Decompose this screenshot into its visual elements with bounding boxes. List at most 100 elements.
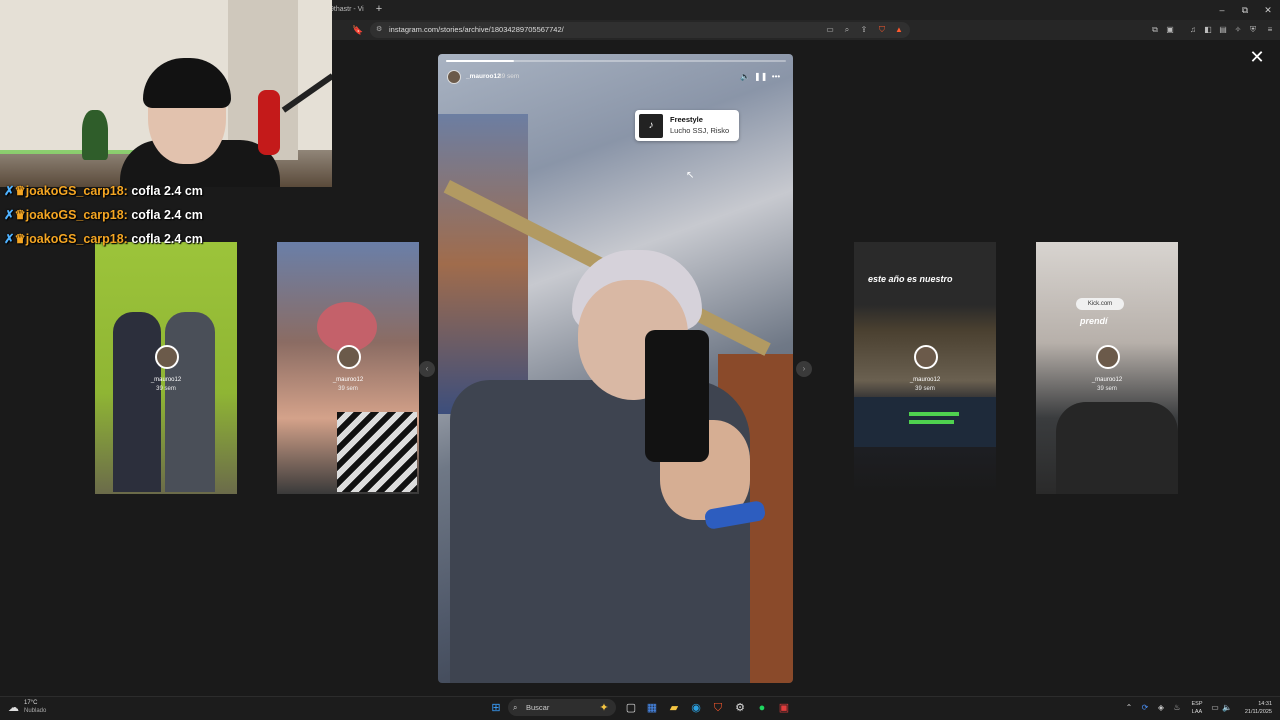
thumbnail-caption: este año es nuestro — [868, 274, 953, 284]
site-info-icon[interactable]: ⚙ — [376, 22, 386, 38]
volume-icon[interactable]: 🔈 — [1220, 699, 1234, 717]
sword-icon: ✗ — [4, 184, 15, 198]
music-cover-icon: ♪ — [639, 114, 663, 138]
extension-icon[interactable]: ⧉ — [1149, 23, 1161, 37]
person-figure — [165, 312, 215, 492]
microphone — [258, 90, 280, 155]
mouse-cursor-icon: ↖ — [686, 170, 695, 181]
story-thumbnail[interactable]: este año es nuestro _mauroo12 39 sem — [854, 242, 996, 494]
story-progress-bar — [446, 60, 786, 62]
chat-text: cofla 2.4 cm — [131, 208, 203, 222]
spotify-icon[interactable]: ● — [754, 699, 770, 717]
weather-desc[interactable]: Nublado — [24, 707, 64, 716]
file-explorer-icon[interactable]: ▰ — [666, 699, 682, 717]
zoom-icon[interactable]: ⌕ — [841, 23, 853, 37]
prev-story-button[interactable]: ‹ — [419, 361, 435, 377]
new-tab-button[interactable]: + — [373, 2, 385, 18]
person-figure — [113, 312, 161, 492]
more-options-icon[interactable]: ••• — [770, 70, 782, 84]
sword-icon: ✗ — [4, 232, 15, 246]
thumbnail-time: 39 sem — [915, 386, 935, 392]
ai-icon[interactable]: ✧ — [1232, 23, 1244, 37]
bookmark-icon[interactable]: 🔖 — [352, 23, 364, 37]
story-thumbnail[interactable]: _mauroo12 39 sem — [277, 242, 419, 494]
minimize-button[interactable]: – — [1212, 2, 1232, 18]
chat-username: joakoGS_carp18: — [25, 184, 128, 198]
language-code[interactable]: ESP — [1188, 700, 1206, 708]
chat-message: ✗♛joakoGS_carp18: cofla 2.4 cm — [4, 230, 264, 248]
audio-meter — [909, 420, 954, 424]
story-thumbnail[interactable]: _mauroo12 39 sem — [95, 242, 237, 494]
task-view-icon[interactable]: ▢ — [623, 699, 639, 717]
sync-icon[interactable]: ⟳ — [1138, 699, 1152, 717]
menu-icon[interactable]: ≡ — [1264, 23, 1276, 37]
story-username[interactable]: _mauroo12 — [466, 71, 501, 83]
avatar — [914, 345, 938, 369]
story-thumbnail[interactable]: Kick.com prendí _mauroo12 39 sem — [1036, 242, 1178, 494]
url-text[interactable]: instagram.com/stories/archive/1803428970… — [389, 22, 809, 38]
search-label[interactable]: Buscar — [526, 699, 576, 716]
plant — [82, 110, 108, 160]
crown-icon: ♛ — [14, 208, 26, 222]
weather-cloud-icon[interactable]: ☁ — [8, 700, 22, 716]
sword-icon: ✗ — [4, 208, 15, 222]
chat-text: cofla 2.4 cm — [131, 232, 203, 246]
copilot-icon[interactable]: ✦ — [596, 699, 612, 717]
start-icon[interactable]: ⊞ — [488, 699, 504, 717]
tray-app-icon[interactable]: ◈ — [1154, 699, 1168, 717]
striped-top — [337, 412, 417, 492]
story-progress-fill — [446, 60, 514, 62]
brave-rewards-icon[interactable]: ▲ — [893, 23, 905, 37]
window-close-button[interactable]: ✕ — [1258, 2, 1278, 18]
avatar — [337, 345, 361, 369]
screenshot-icon[interactable]: ▣ — [1164, 23, 1176, 37]
tray-overflow-icon[interactable]: ⌃ — [1122, 699, 1136, 717]
chat-message: ✗♛joakoGS_carp18: cofla 2.4 cm — [4, 182, 264, 200]
keyboard-layout[interactable]: LAA — [1188, 708, 1206, 716]
thumbnail-time: 39 sem — [156, 386, 176, 392]
mute-icon[interactable]: 🔈 — [739, 70, 751, 84]
chat-message: ✗♛joakoGS_carp18: cofla 2.4 cm — [4, 206, 264, 224]
maximize-button[interactable]: ⧉ — [1235, 2, 1255, 18]
chat-username: joakoGS_carp18: — [25, 208, 128, 222]
phone — [645, 330, 709, 462]
story-avatar[interactable] — [447, 70, 461, 84]
person-figure — [1056, 402, 1178, 494]
chat-text: cofla 2.4 cm — [131, 184, 203, 198]
widgets-icon[interactable]: ▦ — [644, 699, 660, 717]
browser-tab[interactable]: 9thastr - Vi — [330, 2, 370, 18]
clock-date[interactable]: 21/11/2025 — [1236, 708, 1272, 716]
webcam-overlay — [0, 0, 332, 187]
story-time: 39 sem — [498, 73, 520, 80]
media-icon[interactable]: ♫ — [1187, 23, 1199, 37]
settings-icon[interactable]: ⚙ — [732, 699, 748, 717]
search-icon: ⌕ — [513, 703, 518, 712]
curtain-pattern — [438, 114, 528, 414]
music-title: Freestyle — [670, 115, 703, 124]
obs-icon[interactable]: ▣ — [776, 699, 792, 717]
thumbnail-caption: prendí — [1080, 316, 1108, 326]
sidebar-icon[interactable]: ◧ — [1202, 23, 1214, 37]
avatar — [1096, 345, 1120, 369]
edge-icon[interactable]: ◉ — [688, 699, 704, 717]
cast-icon[interactable]: ▭ — [824, 23, 836, 37]
next-story-button[interactable]: › — [796, 361, 812, 377]
clock-time[interactable]: 14:31 — [1236, 700, 1272, 708]
led-strip — [0, 150, 150, 154]
mic-icon[interactable]: ♨ — [1170, 699, 1184, 717]
brave-shield-icon[interactable]: ⛉ — [876, 23, 888, 37]
share-icon[interactable]: ⇪ — [858, 23, 870, 37]
thumbnail-time: 39 sem — [1097, 386, 1117, 392]
wallet-icon[interactable]: ▤ — [1217, 23, 1229, 37]
close-viewer-button[interactable]: ✕ — [1248, 48, 1266, 66]
taskbar — [0, 696, 1280, 720]
screen: 9thastr - Vi + – ⧉ ✕ 🔖 ⚙ instagram.com/s… — [0, 0, 1280, 720]
brave-icon[interactable]: ⛉ — [710, 699, 726, 717]
music-artist: Lucho SSJ, Risko — [670, 126, 730, 135]
avatar — [155, 345, 179, 369]
chat-username: joakoGS_carp18: — [25, 232, 128, 246]
crown-icon: ♛ — [14, 232, 26, 246]
pause-icon[interactable]: ❚❚ — [754, 70, 767, 84]
vpn-icon[interactable]: ⛨ — [1247, 23, 1259, 37]
kick-badge: Kick.com — [1076, 298, 1124, 310]
